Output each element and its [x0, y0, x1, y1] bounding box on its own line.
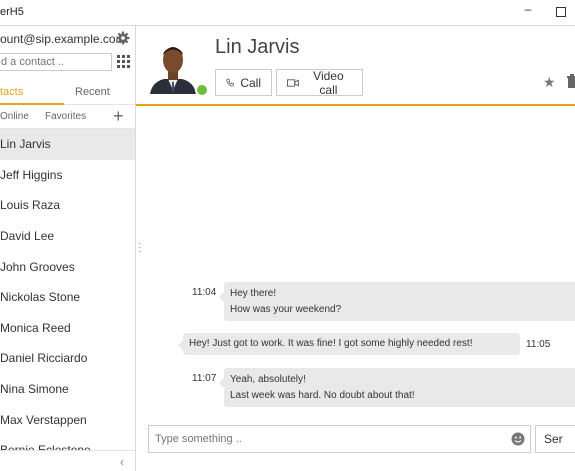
video-call-button-label: Video call	[313, 68, 344, 97]
incoming-message: Yeah, absolutely! Last week was hard. No…	[219, 368, 575, 407]
filter-online[interactable]: Online	[0, 111, 29, 122]
account-address: ount@sip.example.com	[0, 32, 126, 46]
contact-item[interactable]: Monica Reed	[0, 313, 135, 344]
contact-item[interactable]: David Lee	[0, 221, 135, 252]
outgoing-message: Hey! Just got to work. It was fine! I go…	[178, 333, 520, 355]
contact-item[interactable]: Jeff Higgins	[0, 160, 135, 191]
contact-item[interactable]: Lin Jarvis	[0, 129, 135, 160]
contact-item[interactable]: Louis Raza	[0, 190, 135, 221]
title-bar: erH5 –	[0, 0, 575, 26]
active-tab-indicator	[0, 103, 64, 105]
call-button[interactable]: Call	[215, 69, 272, 96]
contact-item[interactable]: Daniel Ricciardo	[0, 343, 135, 374]
message-list: 11:04 Hey there! How was your weekend? H…	[136, 108, 575, 420]
message-input[interactable]	[148, 425, 531, 453]
maximize-icon[interactable]	[556, 7, 566, 17]
contact-item[interactable]: Max Verstappen	[0, 405, 135, 436]
add-contact-icon[interactable]: +	[113, 107, 124, 125]
sidebar: ount@sip.example.com tacts Recent Online…	[0, 26, 136, 471]
presence-online-icon	[195, 83, 209, 97]
trash-icon[interactable]	[567, 74, 575, 88]
message-composer: Ser	[136, 420, 575, 471]
filter-favorites[interactable]: Favorites	[45, 111, 86, 122]
message-text: Hey! Just got to work. It was fine! I go…	[189, 338, 473, 349]
favorite-star-icon[interactable]: ★	[543, 74, 556, 91]
avatar	[148, 38, 198, 94]
sidebar-footer: ‹	[0, 450, 135, 471]
message-time: 11:07	[192, 373, 217, 384]
emoji-icon[interactable]	[511, 432, 525, 446]
tab-contacts[interactable]: tacts	[0, 86, 23, 98]
dialpad-icon[interactable]	[117, 55, 130, 68]
peer-name: Lin Jarvis	[215, 36, 300, 58]
message-text: Hey there!	[230, 288, 277, 299]
contact-filters: Online Favorites +	[0, 107, 135, 129]
sidebar-tabs: tacts Recent	[0, 81, 135, 105]
message-time: 11:05	[526, 339, 551, 350]
contact-item[interactable]: Nickolas Stone	[0, 282, 135, 313]
incoming-message: Hey there! How was your weekend?	[219, 282, 575, 321]
collapse-sidebar-icon[interactable]: ‹	[120, 455, 124, 469]
minimize-icon[interactable]: –	[520, 2, 536, 20]
gear-icon[interactable]	[116, 31, 130, 45]
message-time: 11:04	[192, 287, 217, 298]
contact-search-input[interactable]	[0, 53, 112, 71]
contact-item[interactable]: Nina Simone	[0, 374, 135, 405]
message-text: Last week was hard. No doubt about that!	[230, 390, 415, 401]
message-text: Yeah, absolutely!	[230, 374, 306, 385]
window-title: erH5	[0, 6, 24, 18]
phone-icon	[226, 78, 234, 87]
send-button[interactable]: Ser	[535, 425, 575, 453]
chat-header: Lin Jarvis Call Video call ★	[136, 26, 575, 106]
video-call-button[interactable]: Video call	[276, 68, 363, 97]
contact-item[interactable]: John Grooves	[0, 252, 135, 283]
tab-recent[interactable]: Recent	[75, 86, 110, 98]
video-camera-icon	[287, 78, 299, 87]
call-button-label: Call	[240, 75, 261, 90]
message-text: How was your weekend?	[230, 304, 342, 315]
